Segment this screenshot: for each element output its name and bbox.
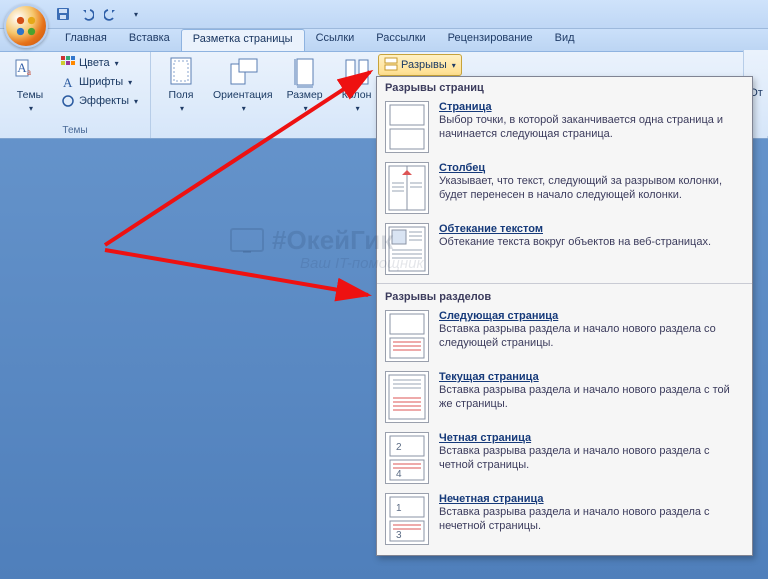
title-bar: ▾ — [0, 0, 768, 29]
group-themes-label: Темы — [6, 124, 144, 138]
break-page-icon — [385, 101, 429, 153]
office-button[interactable] — [4, 4, 48, 48]
break-next-page[interactable]: Следующая страница Вставка разрыва разде… — [377, 307, 752, 368]
theme-effects-button[interactable]: Эффекты▾ — [58, 92, 140, 110]
themes-label: Темы — [17, 90, 43, 102]
tab-references[interactable]: Ссылки — [305, 29, 366, 51]
qat-redo-button[interactable] — [102, 5, 120, 23]
break-continuous-icon — [385, 371, 429, 423]
break-even-page-icon: 24 — [385, 432, 429, 484]
tab-mailings[interactable]: Рассылки — [365, 29, 436, 51]
chevron-down-icon: ▾ — [452, 61, 456, 70]
tab-insert[interactable]: Вставка — [118, 29, 181, 51]
break-odd-page[interactable]: 13 Нечетная страница Вставка разрыва раз… — [377, 490, 752, 551]
break-column-icon — [385, 162, 429, 214]
qat-customize-button[interactable]: ▾ — [126, 5, 144, 23]
orientation-icon — [227, 56, 259, 88]
theme-fonts-button[interactable]: A Шрифты▾ — [58, 73, 140, 91]
group-themes: Aa Темы ▾ Цвета▾ A Шрифты▾ — [0, 52, 151, 138]
svg-text:a: a — [27, 67, 31, 77]
fonts-icon: A — [60, 74, 76, 90]
svg-text:4: 4 — [396, 469, 402, 480]
breaks-section-sections: Разрывы разделов — [377, 286, 752, 307]
margins-icon — [165, 56, 197, 88]
breaks-icon — [384, 57, 398, 74]
break-column-desc: Указывает, что текст, следующий за разры… — [439, 175, 744, 203]
break-page-title: Страница — [439, 101, 744, 113]
theme-effects-label: Эффекты — [79, 95, 129, 107]
breaks-dropdown-panel: Разрывы страниц Страница Выбор точки, в … — [376, 76, 753, 556]
tab-view[interactable]: Вид — [544, 29, 586, 51]
break-page-desc: Выбор точки, в которой заканчивается одн… — [439, 114, 744, 142]
theme-colors-button[interactable]: Цвета▾ — [58, 54, 140, 72]
break-even-page-title: Четная страница — [439, 432, 744, 444]
break-continuous[interactable]: Текущая страница Вставка разрыва раздела… — [377, 368, 752, 429]
chevron-down-icon: ▾ — [29, 104, 33, 113]
effects-icon — [60, 93, 76, 109]
breaks-section-pages: Разрывы страниц — [377, 77, 752, 98]
svg-text:1: 1 — [396, 503, 402, 514]
svg-text:3: 3 — [396, 530, 402, 541]
break-odd-page-title: Нечетная страница — [439, 493, 744, 505]
ribbon-tabstrip: Главная Вставка Разметка страницы Ссылки… — [0, 29, 768, 52]
columns-button[interactable]: Колон▾ — [333, 54, 381, 115]
columns-icon — [341, 56, 373, 88]
svg-text:2: 2 — [396, 442, 402, 453]
columns-label: Колон — [342, 90, 372, 102]
tab-home[interactable]: Главная — [54, 29, 118, 51]
break-next-page-icon — [385, 310, 429, 362]
qat-undo-button[interactable] — [78, 5, 96, 23]
breaks-dropdown-button[interactable]: Разрывы ▾ — [378, 54, 462, 76]
break-even-page[interactable]: 24 Четная страница Вставка разрыва разде… — [377, 429, 752, 490]
theme-fonts-label: Шрифты — [79, 76, 123, 88]
break-text-wrapping[interactable]: Обтекание текстом Обтекание текста вокру… — [377, 220, 752, 281]
break-next-page-title: Следующая страница — [439, 310, 744, 322]
size-label: Размер — [287, 90, 323, 102]
break-next-page-desc: Вставка разрыва раздела и начало нового … — [439, 323, 744, 351]
tab-page-layout[interactable]: Разметка страницы — [181, 29, 305, 51]
themes-icon: Aa — [14, 56, 46, 88]
break-odd-page-desc: Вставка разрыва раздела и начало нового … — [439, 506, 744, 534]
watermark-subtitle: Ваш IT-помощник — [300, 255, 424, 272]
colors-icon — [60, 55, 76, 71]
break-text-wrapping-desc: Обтекание текста вокруг объектов на веб-… — [439, 236, 744, 250]
size-icon — [289, 56, 321, 88]
breaks-label: Разрывы — [401, 59, 447, 71]
size-button[interactable]: Размер▾ — [281, 54, 329, 115]
themes-button[interactable]: Aa Темы ▾ — [6, 54, 54, 115]
orientation-label: Ориентация — [213, 90, 273, 102]
break-even-page-desc: Вставка разрыва раздела и начало нового … — [439, 445, 744, 473]
watermark: #ОкейГик — [230, 225, 393, 256]
qat-save-button[interactable] — [54, 5, 72, 23]
break-page[interactable]: Страница Выбор точки, в которой заканчив… — [377, 98, 752, 159]
tab-review[interactable]: Рецензирование — [437, 29, 544, 51]
svg-text:A: A — [63, 75, 73, 90]
panel-divider — [377, 283, 752, 284]
break-column-title: Столбец — [439, 162, 744, 174]
break-continuous-desc: Вставка разрыва раздела и начало нового … — [439, 384, 744, 412]
break-continuous-title: Текущая страница — [439, 371, 744, 383]
break-column[interactable]: Столбец Указывает, что текст, следующий … — [377, 159, 752, 220]
margins-label: Поля — [169, 90, 194, 102]
break-text-wrapping-title: Обтекание текстом — [439, 223, 744, 235]
orientation-button[interactable]: Ориентация▾ — [209, 54, 277, 115]
svg-text:A: A — [17, 60, 27, 75]
break-odd-page-icon: 13 — [385, 493, 429, 545]
margins-button[interactable]: Поля▾ — [157, 54, 205, 115]
theme-colors-label: Цвета — [79, 57, 110, 69]
